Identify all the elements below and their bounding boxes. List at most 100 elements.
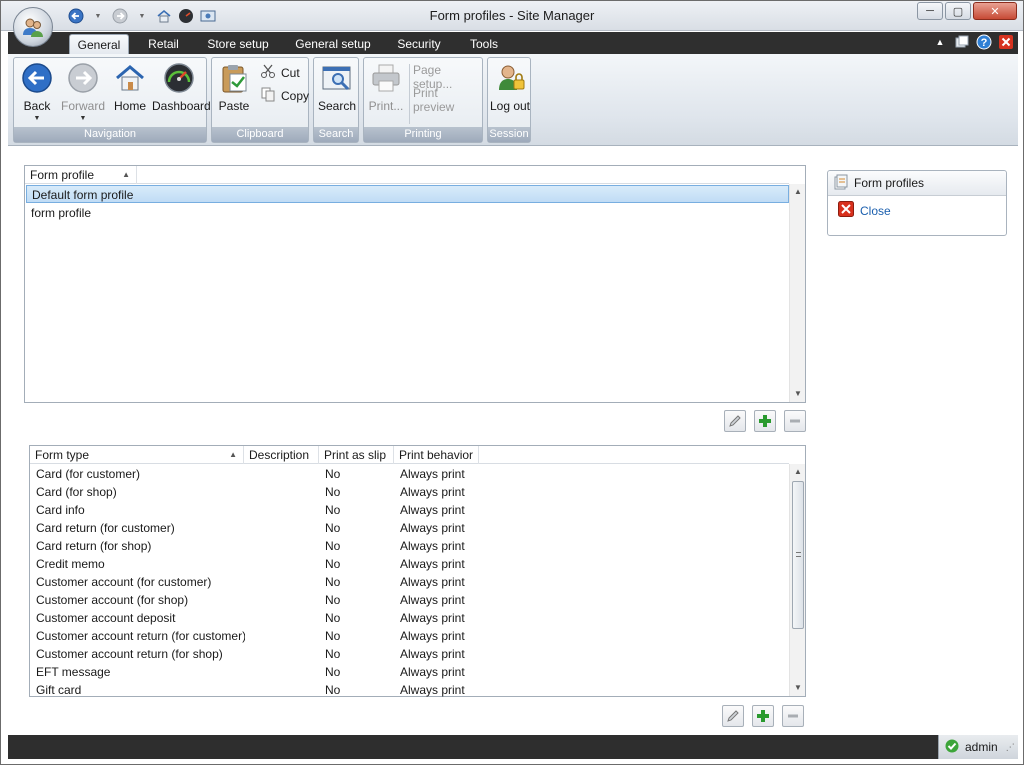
edit-form-button[interactable]: [722, 705, 744, 727]
column-header-description[interactable]: Description: [244, 446, 319, 464]
tab-security[interactable]: Security: [393, 36, 445, 54]
print-preview-label: Print preview: [413, 86, 455, 114]
table-cell-print-as-slip: No: [325, 467, 341, 481]
back-dropdown-icon[interactable]: ▼: [18, 115, 56, 122]
add-form-button[interactable]: [752, 705, 774, 727]
back-button[interactable]: Back ▼: [18, 61, 56, 122]
tab-general-setup[interactable]: General setup: [293, 36, 373, 54]
home-button[interactable]: Home: [110, 61, 150, 113]
search-button[interactable]: Search: [316, 61, 358, 113]
sort-ascending-icon: ▲: [122, 170, 130, 179]
resize-grip-icon[interactable]: ⋰: [1006, 742, 1015, 753]
table-cell-form-type: Card (for shop): [36, 485, 117, 499]
table-cell-form-type: Customer account (for customer): [36, 575, 212, 589]
title-bar: ▼ ▼ Form profiles - Site Manager ─ ▢ ✕: [1, 1, 1023, 31]
windows-icon[interactable]: [954, 34, 970, 50]
tab-general[interactable]: General: [69, 34, 129, 55]
ribbon-right-controls: ▲ ?: [932, 34, 1014, 50]
sort-ascending-icon: ▲: [229, 450, 237, 459]
table-cell-print-as-slip: No: [325, 575, 341, 589]
table-row[interactable]: Gift card No Always print: [31, 681, 789, 699]
minus-icon: [788, 714, 798, 718]
table-cell-description: [245, 483, 320, 501]
column-header-form-type[interactable]: Form type ▲: [30, 446, 244, 464]
print-preview-button[interactable]: Print preview: [413, 86, 482, 114]
table-row[interactable]: Default form profile: [26, 185, 789, 203]
table-cell-description: [245, 573, 320, 591]
forward-dropdown-icon[interactable]: ▼: [60, 115, 106, 122]
cut-button[interactable]: Cut: [260, 63, 300, 82]
cut-label: Cut: [281, 65, 300, 80]
table-cell-print-as-slip: No: [325, 485, 341, 499]
table-row[interactable]: Card return (for customer) No Always print: [31, 519, 789, 537]
users-icon: [23, 18, 43, 37]
table-cell-print-behavior: Always print: [400, 503, 465, 517]
clipboard-group-label: Clipboard: [212, 127, 308, 142]
session-group-label: Session: [488, 127, 530, 142]
close-link[interactable]: Close: [828, 196, 1006, 220]
add-profile-button[interactable]: [754, 410, 776, 432]
dashboard-button[interactable]: Dashboard: [152, 61, 211, 113]
close-window-button[interactable]: ✕: [973, 2, 1017, 20]
close-tab-icon[interactable]: [998, 34, 1014, 50]
remove-form-button[interactable]: [782, 705, 804, 727]
table-cell-form-type: Customer account deposit: [36, 611, 176, 625]
form-profile-scrollbar[interactable]: ▲ ▼: [789, 184, 805, 402]
table-cell-form-type: Customer account (for shop): [36, 593, 189, 607]
paste-button[interactable]: Paste: [215, 61, 253, 113]
table-row[interactable]: Card info No Always print: [31, 501, 789, 519]
form-types-scrollbar[interactable]: ▲ ▼: [789, 464, 805, 696]
table-row[interactable]: form profile: [26, 204, 789, 222]
table-row[interactable]: Card (for customer) No Always print: [31, 465, 789, 483]
tab-retail[interactable]: Retail: [141, 36, 186, 54]
tab-store-setup[interactable]: Store setup: [204, 36, 272, 54]
table-cell-description: [245, 681, 320, 699]
printing-group-label: Printing: [364, 127, 482, 142]
remove-profile-button[interactable]: [784, 410, 806, 432]
table-row[interactable]: Customer account return (for customer) No…: [31, 627, 789, 645]
edit-profile-button[interactable]: [724, 410, 746, 432]
table-row[interactable]: Credit memo No Always print: [31, 555, 789, 573]
scroll-thumb[interactable]: [792, 481, 804, 629]
back-label: Back: [23, 99, 51, 113]
table-row[interactable]: Customer account (for shop) No Always prin…: [31, 591, 789, 609]
tab-tools[interactable]: Tools: [463, 36, 505, 54]
scroll-up-icon[interactable]: ▲: [790, 184, 806, 200]
logout-button[interactable]: Log out: [489, 61, 531, 113]
collapse-ribbon-icon[interactable]: ▲: [932, 34, 948, 50]
scroll-up-icon[interactable]: ▲: [790, 464, 806, 480]
form-profile-grid-header: Form profile ▲: [25, 166, 789, 184]
minus-icon: [790, 419, 800, 423]
app-menu-button[interactable]: [13, 7, 53, 47]
close-icon: [838, 201, 854, 220]
table-cell-form-type: Customer account return (for shop): [36, 647, 223, 661]
print-button[interactable]: Print...: [366, 61, 406, 113]
column-header-form-profile[interactable]: Form profile ▲: [25, 166, 137, 184]
column-header-print-behavior[interactable]: Print behavior: [394, 446, 479, 464]
maximize-button[interactable]: ▢: [945, 2, 971, 20]
table-cell-print-as-slip: No: [325, 665, 341, 679]
home-label: Home: [113, 99, 146, 113]
table-row[interactable]: Card (for shop) No Always print: [31, 483, 789, 501]
copy-button[interactable]: Copy: [260, 86, 309, 105]
paste-label: Paste: [218, 99, 250, 113]
table-cell-print-as-slip: No: [325, 503, 341, 517]
scroll-down-icon[interactable]: ▼: [790, 680, 806, 696]
table-row[interactable]: EFT message No Always print: [31, 663, 789, 681]
svg-text:?: ?: [981, 37, 988, 49]
scroll-down-icon[interactable]: ▼: [790, 386, 806, 402]
minimize-button[interactable]: ─: [917, 2, 943, 20]
plus-icon: [757, 710, 769, 722]
table-row[interactable]: Customer account return (for shop) No Alwa…: [31, 645, 789, 663]
help-icon[interactable]: ?: [976, 34, 992, 50]
ribbon-tab-strip: General Retail Store setup General setup…: [8, 32, 1018, 55]
search-group: Search Search: [313, 57, 359, 143]
forward-button[interactable]: Forward ▼: [60, 61, 106, 122]
dashboard-gauge-icon: [162, 61, 196, 95]
table-row[interactable]: Customer account deposit No Always print: [31, 609, 789, 627]
table-cell-form-type: Card (for customer): [36, 467, 141, 481]
column-header-print-as-slip[interactable]: Print as slip: [319, 446, 394, 464]
table-row[interactable]: Customer account (for customer) No Always …: [31, 573, 789, 591]
table-row[interactable]: Card return (for shop) No Always print: [31, 537, 789, 555]
user-lock-icon: [493, 61, 527, 95]
